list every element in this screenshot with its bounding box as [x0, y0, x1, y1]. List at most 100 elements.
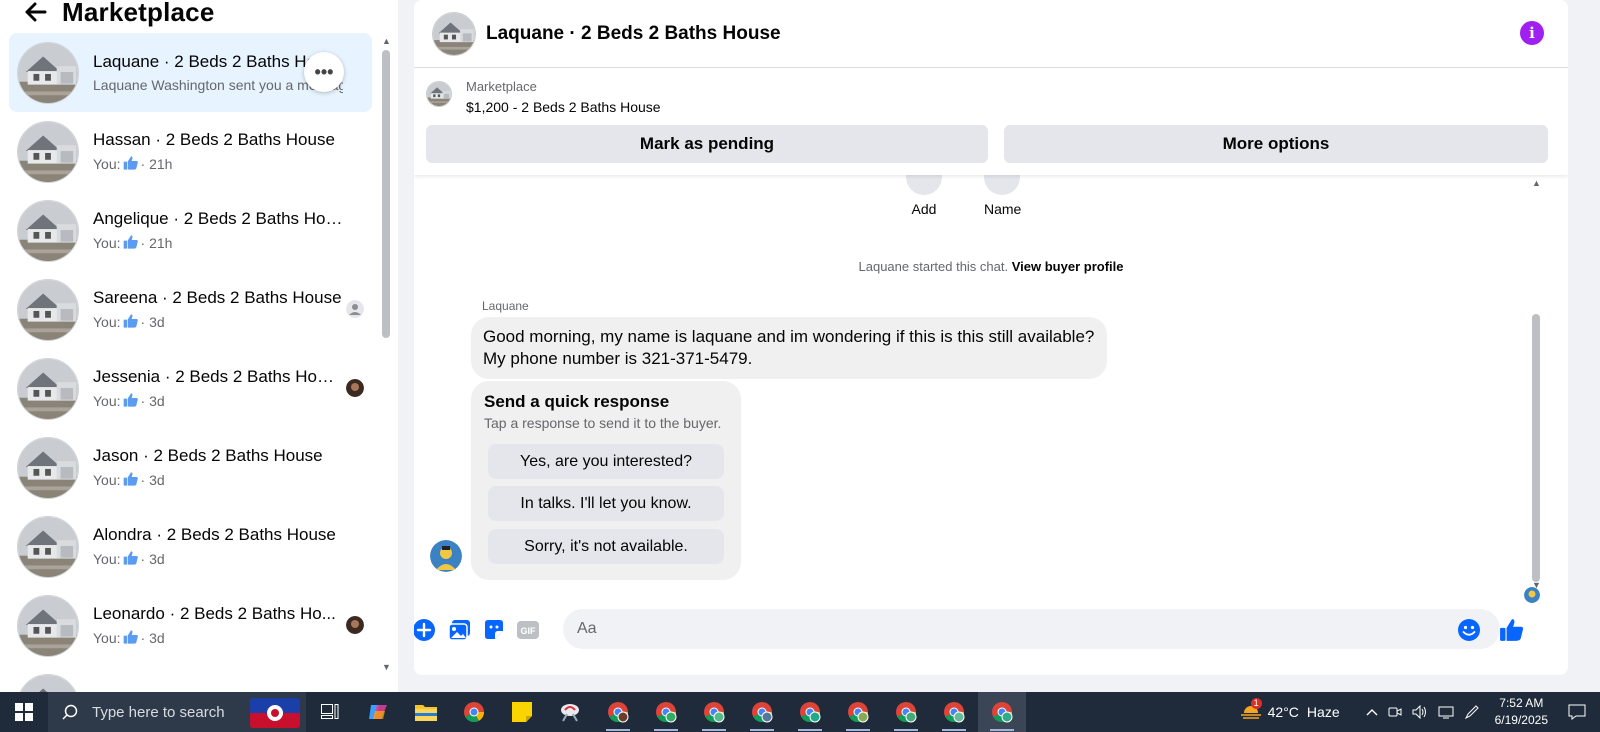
chrome-profile-3-icon[interactable] [690, 692, 738, 732]
gif-icon[interactable]: GIF [515, 617, 541, 643]
emoji-icon[interactable] [1456, 617, 1482, 643]
weather-widget[interactable]: 1 42°C Haze [1235, 692, 1345, 732]
more-options-icon[interactable]: ••• [304, 52, 344, 92]
name-action[interactable]: Name [984, 175, 1021, 217]
preview-time: · 3d [140, 472, 165, 488]
chrome-profile-1-icon[interactable] [594, 692, 642, 732]
plus-circle-icon[interactable] [414, 617, 437, 643]
chevron-up-icon[interactable] [1361, 692, 1383, 732]
chrome-profile-5-icon[interactable] [786, 692, 834, 732]
back-button[interactable] [22, 0, 50, 26]
message-input[interactable] [563, 609, 1500, 649]
meet-now-icon[interactable] [1383, 692, 1407, 732]
page-scrollbar[interactable] [1584, 0, 1600, 692]
task-view-icon[interactable] [306, 692, 354, 732]
pen-icon[interactable] [1459, 692, 1485, 732]
weather-temp: 42°C [1267, 704, 1299, 720]
sticky-notes-icon[interactable] [498, 692, 546, 732]
chat-scroll-thumb[interactable] [1532, 314, 1540, 582]
chat-scroll-down-icon[interactable]: ▼ [1532, 580, 1541, 590]
snipping-tool-icon[interactable] [546, 692, 594, 732]
info-icon[interactable]: i [1520, 21, 1544, 45]
chat-title[interactable]: Laquane · 2 Beds 2 Baths House [486, 23, 781, 45]
arrow-left-icon [25, 2, 47, 22]
chrome-profile-7-icon[interactable] [882, 692, 930, 732]
chat-header: Laquane · 2 Beds 2 Baths House i [414, 0, 1568, 68]
add-action-label: Add [911, 201, 937, 217]
sender-avatar[interactable] [430, 540, 462, 572]
sidebar-title: Marketplace [62, 0, 215, 27]
network-icon[interactable] [1433, 692, 1459, 732]
conversation-item[interactable]: Jason · 2 Beds 2 Baths House You: · 3d [9, 428, 372, 507]
conversation-title: Jessenia · 2 Beds 2 Baths House [93, 366, 343, 386]
conversation-item[interactable]: Laquane · 2 Beds 2 Baths House Laquane Wa… [9, 33, 372, 112]
listing-thumbnail [17, 357, 79, 420]
file-explorer-icon[interactable] [402, 692, 450, 732]
chrome-profile-6-icon[interactable] [834, 692, 882, 732]
listing-thumbnail [17, 199, 79, 262]
copilot-icon[interactable] [354, 692, 402, 732]
taskbar-clock[interactable]: 7:52 AM 6/19/2025 [1485, 695, 1558, 729]
sticker-icon[interactable] [481, 617, 507, 643]
listing-price-title[interactable]: $1,200 - 2 Beds 2 Baths House [466, 99, 661, 115]
preview-time: · 3d [140, 314, 165, 330]
thumbs-up-icon [123, 234, 139, 253]
listing-small-thumbnail[interactable] [426, 81, 452, 107]
preview-you-label: You: [93, 314, 121, 330]
thumbs-up-icon [123, 471, 139, 490]
conversation-title: Sareena · 2 Beds 2 Baths House [93, 287, 342, 307]
conversation-preview: You: · 3d [93, 392, 343, 411]
chat-scroll-up-icon[interactable]: ▲ [1532, 178, 1541, 188]
windows-start-icon[interactable] [0, 692, 48, 732]
chrome-profile-8-icon[interactable] [930, 692, 978, 732]
chat-scrollbar[interactable]: ▲ ▼ [1530, 178, 1542, 606]
view-buyer-profile-link[interactable]: View buyer profile [1012, 259, 1124, 274]
conversation-text: Jason · 2 Beds 2 Baths House You: · 3d [93, 446, 343, 490]
search-placeholder: Type here to search [92, 703, 225, 721]
quick-response-sorry-button[interactable]: Sorry, it's not available. [488, 529, 724, 564]
sidebar-scroll-thumb[interactable] [382, 50, 390, 338]
taskbar-search-box[interactable]: Type here to search [48, 692, 306, 732]
chrome-profile-4-icon[interactable] [738, 692, 786, 732]
conversation-text: Alondra · 2 Beds 2 Baths House You: · 3d [93, 525, 343, 569]
conversation-preview: You: · 3d [93, 471, 343, 490]
quick-response-title: Send a quick response [484, 392, 670, 411]
chrome-profile-2-icon[interactable] [642, 692, 690, 732]
conversation-item[interactable]: Alondra · 2 Beds 2 Baths House You: · 3d [9, 507, 372, 586]
search-highlight-art-icon[interactable] [250, 698, 300, 728]
conversation-item[interactable]: Jessenia · 2 Beds 2 Baths House You: · 3d [9, 349, 372, 428]
conversation-text: Angelique · 2 Beds 2 Baths House You: · 21… [93, 209, 343, 253]
chrome-icon[interactable] [450, 692, 498, 732]
quick-response-talks-button[interactable]: In talks. I'll let you know. [488, 486, 724, 521]
photo-icon[interactable] [447, 617, 473, 643]
more-options-button[interactable]: More options [1004, 125, 1548, 163]
add-action[interactable]: Add [906, 175, 942, 217]
conversation-title: Angelique · 2 Beds 2 Baths House [93, 208, 343, 228]
started-text: Laquane started this chat. [858, 259, 1009, 274]
listing-bar: Marketplace $1,200 - 2 Beds 2 Baths Hous… [414, 69, 1568, 175]
listing-thumbnail[interactable] [432, 11, 476, 56]
conversation-text: Leonardo · 2 Beds 2 Baths Ho... You: · 3d [93, 604, 343, 648]
conversation-text: Sareena · 2 Beds 2 Baths House You: · 3d [93, 288, 343, 332]
sidebar-scrollbar[interactable]: ▲ ▼ [380, 36, 392, 686]
chrome-profile-9-icon[interactable] [978, 692, 1026, 732]
volume-icon[interactable] [1407, 692, 1433, 732]
conversation-item[interactable]: Pam · 2 Beds 2 Baths House [9, 665, 372, 692]
conversation-item[interactable]: Angelique · 2 Beds 2 Baths House You: · 21… [9, 191, 372, 270]
quick-response-yes-button[interactable]: Yes, are you interested? [488, 444, 724, 479]
mark-as-pending-button[interactable]: Mark as pending [426, 125, 988, 163]
conversation-item[interactable]: Hassan · 2 Beds 2 Baths House You: · 21h [9, 112, 372, 191]
conversation-item[interactable]: Leonardo · 2 Beds 2 Baths Ho... You: · 3d [9, 586, 372, 665]
message-bubble[interactable]: Good morning, my name is laquane and im … [471, 317, 1107, 379]
message-composer: GIF [414, 608, 1568, 654]
conversation-text: Hassan · 2 Beds 2 Baths House You: · 21h [93, 130, 343, 174]
chat-started-notice: Laquane started this chat. View buyer pr… [414, 259, 1568, 274]
scroll-up-arrow-icon[interactable]: ▲ [382, 36, 391, 46]
conversation-item[interactable]: Sareena · 2 Beds 2 Baths House You: · 3d [9, 270, 372, 349]
thumbs-up-icon[interactable] [1499, 617, 1525, 643]
listing-thumbnail [17, 673, 79, 692]
read-receipt-avatar [346, 379, 364, 397]
listing-thumbnail [17, 278, 79, 341]
scroll-down-arrow-icon[interactable]: ▼ [382, 662, 391, 672]
notifications-icon[interactable] [1558, 692, 1600, 732]
